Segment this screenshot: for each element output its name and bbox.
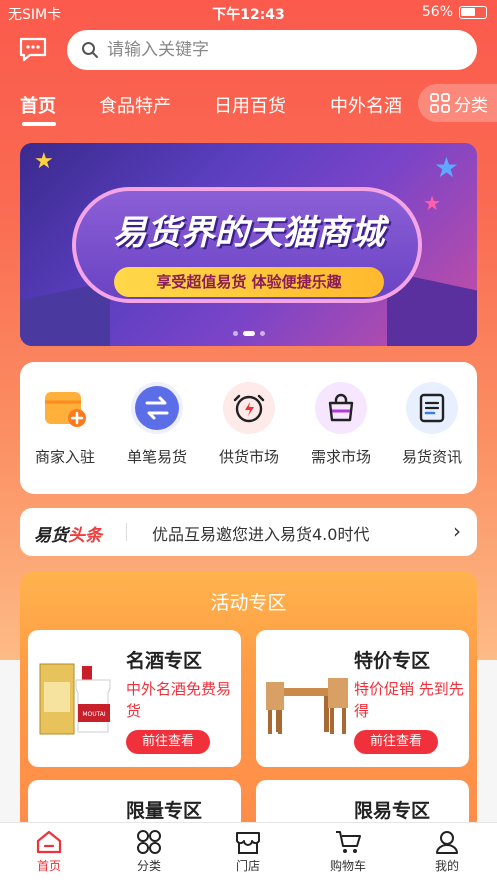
- status-bar: 无SIM卡 下午12:43 56%: [0, 0, 497, 26]
- tab-daily[interactable]: 日用百货: [214, 92, 286, 118]
- view-button[interactable]: 前往查看: [126, 730, 210, 754]
- promo-banner[interactable]: ★ ★ ★ 易货界的天猫商城 享受超值易货 体验便捷乐趣: [20, 143, 477, 346]
- tabbar-cart[interactable]: 购物车: [313, 829, 383, 874]
- tab-home[interactable]: 首页: [20, 92, 56, 118]
- user-icon: [436, 831, 458, 854]
- category-button[interactable]: 分类: [418, 84, 497, 122]
- promo-card-title: 特价专区: [354, 650, 431, 672]
- activity-zone: 活动专区 MOUTAI 名酒专区 中外名酒免费易货 前往查看 特价专区 特价促销…: [20, 572, 477, 832]
- news-brand: 易货头条: [34, 526, 102, 546]
- quick-entry-merchant[interactable]: 商家入驻: [20, 382, 110, 467]
- quick-entry-supply-market[interactable]: 供货市场: [204, 382, 294, 467]
- news-ticker[interactable]: 易货头条 优品互易邀您进入易货4.0时代 ›: [20, 508, 477, 556]
- document-icon: [406, 382, 458, 434]
- quick-entry-single-barter[interactable]: 单笔易货: [112, 382, 202, 467]
- quick-entry-barter-news[interactable]: 易货资讯: [387, 382, 477, 467]
- swap-arrows-icon: [131, 382, 183, 434]
- svg-text:MOUTAI: MOUTAI: [82, 711, 106, 718]
- tab-liquor[interactable]: 中外名酒: [330, 92, 402, 118]
- star-icon: ★: [433, 151, 459, 184]
- search-icon: [82, 42, 98, 58]
- carousel-dots: [20, 331, 477, 336]
- promo-card-desc: 特价促销 先到先得: [354, 680, 464, 720]
- tabbar-store[interactable]: 门店: [213, 829, 283, 874]
- message-icon[interactable]: [18, 36, 48, 62]
- news-text: 优品互易邀您进入易货4.0时代: [152, 525, 370, 544]
- quick-entry-demand-market[interactable]: 需求市场: [296, 382, 386, 467]
- promo-card-liquor[interactable]: MOUTAI 名酒专区 中外名酒免费易货 前往查看: [28, 630, 241, 767]
- tabbar-home[interactable]: 首页: [14, 829, 84, 874]
- cart-icon: [336, 831, 361, 853]
- search-input[interactable]: [107, 40, 447, 60]
- bottom-tab-bar: 首页 分类 门店 购物车 我的: [0, 822, 497, 883]
- star-icon: ★: [34, 149, 54, 174]
- moutai-bottle-image: MOUTAI: [38, 652, 122, 742]
- tabbar-category[interactable]: 分类: [114, 829, 184, 874]
- search-bar[interactable]: [67, 30, 477, 70]
- store-plus-icon: [39, 382, 91, 434]
- activity-title: 活动专区: [210, 592, 287, 614]
- shopping-bag-icon: [315, 382, 367, 434]
- top-bar: [0, 28, 497, 72]
- promo-card-special-price[interactable]: 特价专区 特价促销 先到先得 前往查看: [256, 630, 469, 767]
- active-tab-indicator: [22, 122, 56, 126]
- promo-card-title: 名酒专区: [126, 650, 203, 672]
- banner-subtitle: 享受超值易货 体验便捷乐趣: [114, 267, 384, 297]
- battery-percent: 56%: [421, 4, 453, 20]
- alarm-bolt-icon: [223, 382, 275, 434]
- promo-card-desc: 中外名酒免费易货: [126, 680, 232, 720]
- banner-title: 易货界的天猫商城: [112, 213, 385, 253]
- tab-food[interactable]: 食品特产: [99, 92, 171, 118]
- tabbar-profile[interactable]: 我的: [412, 829, 482, 874]
- promo-card-title: 限易专区: [354, 800, 431, 822]
- home-icon: [36, 830, 62, 854]
- battery-icon: [459, 5, 487, 19]
- grid-icon: [430, 93, 450, 113]
- view-button[interactable]: 前往查看: [354, 730, 438, 754]
- quick-entry-card: 商家入驻 单笔易货 供货市场 需求市场 易货资讯: [20, 362, 477, 494]
- promo-card-title: 限量专区: [126, 800, 203, 822]
- store-icon: [236, 832, 260, 854]
- chevron-right-icon[interactable]: ›: [453, 519, 461, 543]
- grid-icon: [137, 830, 161, 854]
- category-button-label: 分类: [454, 95, 488, 116]
- furniture-image: [266, 652, 350, 742]
